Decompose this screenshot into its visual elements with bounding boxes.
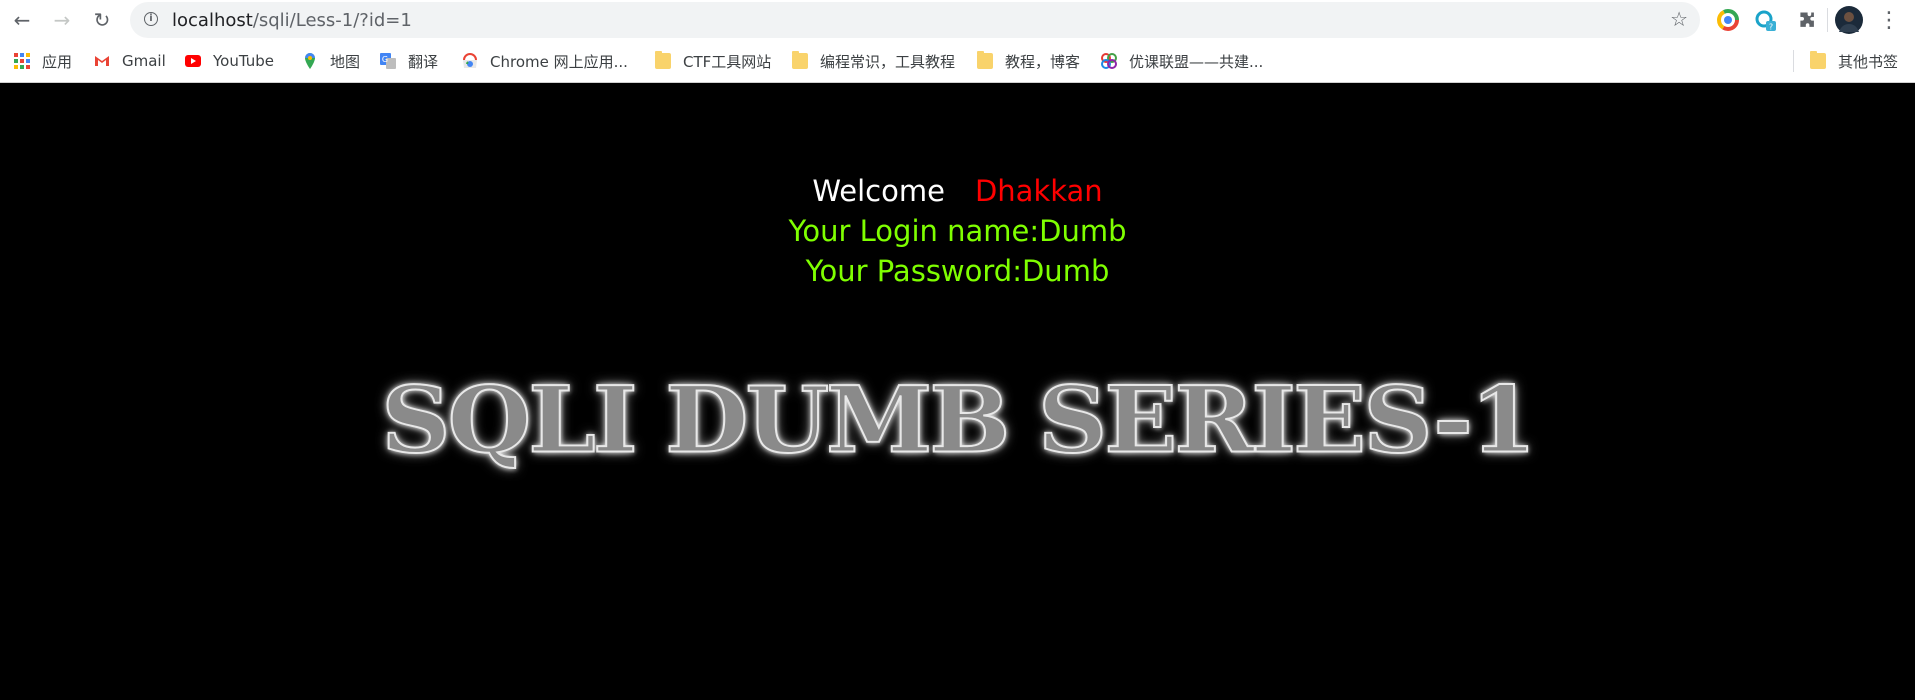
address-bar[interactable]: i localhost/sqli/Less-1/?id=1 ☆ xyxy=(130,2,1700,38)
bookmark-gmail[interactable]: Gmail xyxy=(94,51,166,71)
reload-icon[interactable]: ↻ xyxy=(90,8,114,32)
site-info-icon[interactable]: i xyxy=(144,12,158,26)
gmail-icon xyxy=(94,53,110,69)
translate-icon: G xyxy=(380,53,396,69)
bookmark-youtube[interactable]: YouTube xyxy=(185,51,274,71)
bookmark-folder-programming[interactable]: 编程常识，工具教程 xyxy=(792,51,955,71)
profile-avatar[interactable] xyxy=(1835,6,1863,34)
bookmark-chrome-webstore[interactable]: Chrome 网上应用... xyxy=(462,51,628,71)
bookmark-star-icon[interactable]: ☆ xyxy=(1670,7,1688,31)
bookmark-label: Chrome 网上应用... xyxy=(490,52,628,71)
bookmark-other[interactable]: 其他书签 xyxy=(1810,51,1898,71)
chrome-webstore-icon xyxy=(462,53,478,69)
bookmark-label: 翻译 xyxy=(408,52,439,71)
back-arrow-icon[interactable]: ← xyxy=(10,8,34,32)
folder-icon xyxy=(792,51,808,69)
bookmark-label: 优课联盟——共建... xyxy=(1129,52,1264,71)
chrome-extension-icon[interactable] xyxy=(1716,8,1740,32)
folder-icon xyxy=(1810,51,1826,69)
welcome-label: Welcome xyxy=(812,174,945,208)
bookmark-label: YouTube xyxy=(213,52,274,70)
forward-arrow-icon[interactable]: → xyxy=(50,8,74,32)
bookmark-youke[interactable]: 优课联盟——共建... xyxy=(1101,51,1263,71)
password-text: Your Password:Dumb xyxy=(805,254,1110,288)
bookmark-folder-tutorials[interactable]: 教程，博客 xyxy=(977,51,1080,71)
browser-toolbar: ← → ↻ i localhost/sqli/Less-1/?id=1 ☆ ? … xyxy=(0,0,1915,40)
bookmark-label: CTF工具网站 xyxy=(683,52,772,71)
folder-icon xyxy=(655,51,671,69)
page-content: Welcome Dhakkan Your Login name:Dumb Your… xyxy=(0,83,1915,700)
login-name-text: Your Login name:Dumb xyxy=(788,214,1127,248)
bookmark-maps[interactable]: 地图 xyxy=(302,51,360,71)
svg-text:G: G xyxy=(382,55,388,64)
bookmark-apps[interactable]: 应用 xyxy=(14,51,72,71)
series-banner: SQLI DUMB SERIES-1 xyxy=(0,363,1915,476)
bookmark-label: 教程，博客 xyxy=(1005,52,1081,71)
welcome-name: Dhakkan xyxy=(974,174,1103,208)
bookmark-label: 编程常识，工具教程 xyxy=(820,52,956,71)
search-extension-icon[interactable]: ? xyxy=(1753,8,1777,32)
bookmark-label: 应用 xyxy=(42,52,73,71)
folder-icon xyxy=(977,51,993,69)
apps-grid-icon xyxy=(14,53,30,69)
svg-text:?: ? xyxy=(1769,23,1773,32)
bookmark-translate[interactable]: G 翻译 xyxy=(380,51,438,71)
bookmark-label: Gmail xyxy=(122,52,166,70)
url-host: localhost xyxy=(172,10,253,31)
youtube-icon xyxy=(185,53,201,69)
banner-title: SQLI DUMB SERIES-1 xyxy=(380,365,1537,474)
site-logo-icon xyxy=(1101,53,1117,69)
url-path: /sqli/Less-1/?id=1 xyxy=(252,10,412,31)
bookmark-folder-ctf[interactable]: CTF工具网站 xyxy=(655,51,771,71)
welcome-line: Welcome Dhakkan xyxy=(0,171,1915,211)
menu-kebab-icon[interactable]: ⋮ xyxy=(1877,8,1901,33)
toolbar-divider xyxy=(1827,8,1828,32)
bookmark-label: 地图 xyxy=(330,52,361,71)
bookmarks-bar: 应用 Gmail YouTube 地图 G 翻译 Chrome 网上应用... … xyxy=(0,40,1915,83)
bookmark-label: 其他书签 xyxy=(1838,52,1899,71)
maps-pin-icon xyxy=(302,53,318,69)
url-text[interactable]: localhost/sqli/Less-1/?id=1 xyxy=(172,10,412,31)
bookmarks-divider xyxy=(1793,50,1794,72)
puzzle-extensions-icon[interactable] xyxy=(1795,8,1819,32)
